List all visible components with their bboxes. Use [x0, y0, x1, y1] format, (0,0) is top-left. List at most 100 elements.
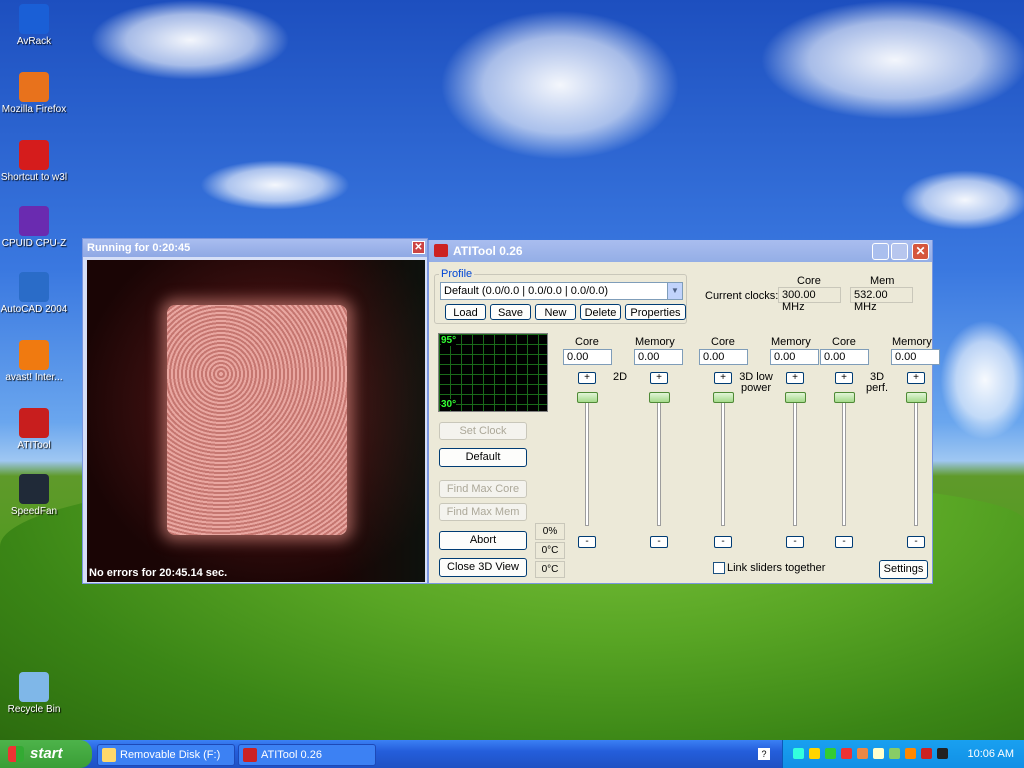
shortcut-icon: [19, 408, 49, 438]
start-button[interactable]: start: [0, 740, 92, 768]
ati-logo-icon: [243, 748, 257, 762]
desktop-icon[interactable]: ATITool: [0, 408, 68, 451]
core-decrease-button[interactable]: -: [578, 536, 596, 548]
tray-icon[interactable]: [921, 748, 932, 759]
memory-slider-track[interactable]: [793, 398, 797, 526]
core-increase-button[interactable]: +: [835, 372, 853, 384]
shortcut-icon: [19, 4, 49, 34]
memory-label: Memory: [635, 336, 675, 348]
desktop-icon-label: AvRack: [16, 36, 52, 47]
tray-icon[interactable]: [841, 748, 852, 759]
taskbar-item-removable-disk[interactable]: Removable Disk (F:): [97, 744, 235, 766]
desktop-icon[interactable]: SpeedFan: [0, 474, 68, 517]
tray-icon[interactable]: [793, 748, 804, 759]
system-tray: 10:06 AM: [782, 740, 1024, 768]
memory-slider-thumb[interactable]: [906, 392, 927, 403]
profile-select-value: Default (0.0/0.0 | 0.0/0.0 | 0.0/0.0): [444, 285, 609, 297]
tray-icon[interactable]: [825, 748, 836, 759]
error-status-text: No errors for 20:45.14 sec.: [89, 567, 228, 579]
link-sliders-checkbox[interactable]: [713, 562, 725, 574]
desktop-icon[interactable]: AutoCAD 2004: [0, 272, 68, 315]
maximize-button[interactable]: [891, 243, 908, 260]
settings-button[interactable]: Settings: [879, 560, 928, 579]
core-slider-track[interactable]: [585, 398, 589, 526]
close-icon[interactable]: ✕: [412, 241, 425, 254]
core-clock-header: Core: [797, 275, 821, 287]
temp-readout-2: 0°C: [535, 561, 565, 578]
desktop-icon-label: Mozilla Firefox: [1, 104, 67, 115]
minimize-button[interactable]: [872, 243, 889, 260]
core-clock-input[interactable]: 0.00: [820, 349, 869, 365]
find-max-mem-button[interactable]: Find Max Mem: [439, 503, 527, 521]
load-button[interactable]: Load: [445, 304, 486, 320]
mem-clock-value: 532.00 MHz: [850, 287, 913, 313]
mode-label: 3D low power: [739, 371, 773, 394]
memory-increase-button[interactable]: +: [650, 372, 668, 384]
memory-clock-input[interactable]: 0.00: [770, 349, 819, 365]
core-decrease-button[interactable]: -: [714, 536, 732, 548]
delete-button[interactable]: Delete: [580, 304, 621, 320]
memory-slider-track[interactable]: [657, 398, 661, 526]
memory-decrease-button[interactable]: -: [786, 536, 804, 548]
cloud: [760, 0, 1024, 120]
desktop-icon[interactable]: Shortcut to w3l: [0, 140, 68, 183]
core-slider-track[interactable]: [842, 398, 846, 526]
taskbar-item-label: Removable Disk (F:): [120, 749, 221, 761]
desktop-icon[interactable]: CPUID CPU-Z: [0, 206, 68, 249]
core-label: Core: [832, 336, 856, 348]
core-label: Core: [711, 336, 735, 348]
find-max-core-button[interactable]: Find Max Core: [439, 480, 527, 498]
save-button[interactable]: Save: [490, 304, 531, 320]
tray-icon[interactable]: [905, 748, 916, 759]
new-button[interactable]: New: [535, 304, 576, 320]
profile-select[interactable]: Default (0.0/0.0 | 0.0/0.0 | 0.0/0.0) ▼: [440, 282, 683, 300]
atitool-titlebar[interactable]: ATITool 0.26 ✕: [429, 240, 932, 262]
desktop-icon[interactable]: AvRack: [0, 4, 68, 47]
core-slider-thumb[interactable]: [713, 392, 734, 403]
tray-icon[interactable]: [937, 748, 948, 759]
desktop-icon-label: avast! Inter...: [5, 372, 63, 383]
3d-render-viewport: No errors for 20:45.14 sec.: [87, 260, 425, 582]
chevron-down-icon[interactable]: ▼: [667, 283, 682, 299]
tray-icon[interactable]: [809, 748, 820, 759]
default-button[interactable]: Default: [439, 448, 527, 467]
memory-increase-button[interactable]: +: [786, 372, 804, 384]
core-clock-input[interactable]: 0.00: [699, 349, 748, 365]
memory-increase-button[interactable]: +: [907, 372, 925, 384]
core-increase-button[interactable]: +: [578, 372, 596, 384]
desktop-icon[interactable]: Recycle Bin: [0, 672, 68, 715]
tray-icon[interactable]: [857, 748, 868, 759]
core-clock-input[interactable]: 0.00: [563, 349, 612, 365]
core-increase-button[interactable]: +: [714, 372, 732, 384]
shortcut-icon: [19, 474, 49, 504]
memory-slider-thumb[interactable]: [785, 392, 806, 403]
properties-button[interactable]: Properties: [625, 304, 686, 320]
memory-decrease-button[interactable]: -: [907, 536, 925, 548]
close-button[interactable]: ✕: [912, 243, 929, 260]
memory-slider-thumb[interactable]: [649, 392, 670, 403]
3d-view-titlebar[interactable]: Running for 0:20:45 ✕: [83, 239, 427, 257]
desktop-icon[interactable]: Mozilla Firefox: [0, 72, 68, 115]
memory-decrease-button[interactable]: -: [650, 536, 668, 548]
desktop-icon-label: SpeedFan: [10, 506, 58, 517]
desktop-icon[interactable]: avast! Inter...: [0, 340, 68, 383]
desktop-icon-label: CPUID CPU-Z: [1, 238, 67, 249]
gpu-load-readout: 0%: [535, 523, 565, 540]
memory-clock-input[interactable]: 0.00: [891, 349, 940, 365]
help-icon[interactable]: ?: [758, 748, 770, 760]
core-label: Core: [575, 336, 599, 348]
core-slider-thumb[interactable]: [577, 392, 598, 403]
set-clock-button[interactable]: Set Clock: [439, 422, 527, 440]
core-slider-track[interactable]: [721, 398, 725, 526]
close-3d-view-button[interactable]: Close 3D View: [439, 558, 527, 577]
memory-clock-input[interactable]: 0.00: [634, 349, 683, 365]
tray-icon[interactable]: [873, 748, 884, 759]
abort-button[interactable]: Abort: [439, 531, 527, 550]
core-slider-thumb[interactable]: [834, 392, 855, 403]
memory-slider-track[interactable]: [914, 398, 918, 526]
graph-min-label: 30°: [441, 399, 457, 410]
tray-icon[interactable]: [889, 748, 900, 759]
taskbar-item-atitool[interactable]: ATITool 0.26: [238, 744, 376, 766]
core-decrease-button[interactable]: -: [835, 536, 853, 548]
cloud: [90, 0, 290, 80]
